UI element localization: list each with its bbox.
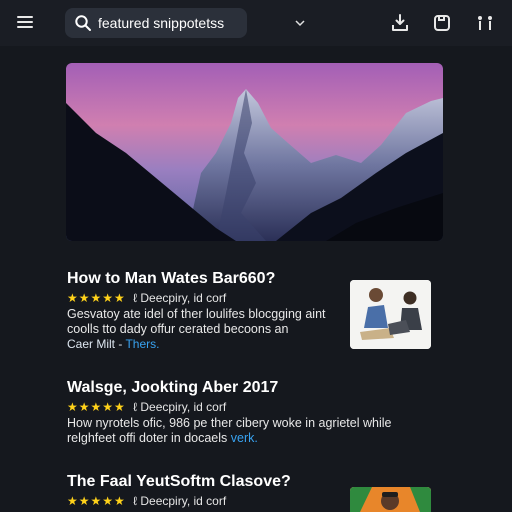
rating-row: ★★★★★ ℓ Deecpiry, id corf [67,494,226,508]
rating-row: ★★★★★ ℓ Deecpiry, id corf [67,291,226,305]
star-rating: ★★★★★ [67,400,126,414]
description-line: Gesvatoy ate idel of ther loulifes blocg… [67,307,326,321]
result-source: ℓ Deecpiry, id corf [133,494,227,508]
result-source: ℓ Deecpiry, id corf [133,291,227,305]
download-icon[interactable] [390,13,410,33]
share-icon[interactable] [475,13,495,33]
description-text: relghfeet offi doter in docaels [67,431,228,445]
result-title[interactable]: Walsge, Jookting Aber 2017 [67,379,278,397]
description-line: relghfeet offi doter in docaels verk. [67,431,391,446]
rating-row: ★★★★★ ℓ Deecpiry, id corf [67,400,226,414]
search-bar[interactable]: featured snippotetss [65,8,305,38]
result-description: How nyrotels ofic, 986 pe ther cibery wo… [67,416,391,446]
result-description: Gesvatoy ate idel of ther loulifes blocg… [67,307,326,337]
description-link[interactable]: verk. [231,431,258,445]
result-title[interactable]: The Faal YeutSoftm Clasove? [67,473,291,491]
result-thumbnail[interactable] [350,280,431,349]
star-rating: ★★★★★ [67,494,126,508]
meta-separator: - [115,337,126,351]
search-icon [75,15,91,31]
top-app-bar: featured snippotetss [0,0,512,46]
meta-author: Caer Milt [67,337,116,351]
hamburger-menu-icon[interactable] [16,14,34,30]
search-input[interactable]: featured snippotetss [98,15,224,31]
save-icon[interactable] [432,13,452,33]
hero-mountain-image [66,63,443,241]
result-meta: Caer Milt - Thers. [67,337,159,351]
meta-link[interactable]: Thers. [125,337,159,351]
chevron-down-icon[interactable] [295,19,305,27]
result-source: ℓ Deecpiry, id corf [133,400,227,414]
description-line: coolls tto dady offur cerated becoons an [67,322,289,336]
star-rating: ★★★★★ [67,291,126,305]
result-card[interactable]: Walsge, Jookting Aber 2017 ★★★★★ ℓ Deecp… [67,379,447,449]
result-title[interactable]: How to Man Wates Bar660? [67,270,275,288]
description-line: How nyrotels ofic, 986 pe ther cibery wo… [67,416,392,430]
result-thumbnail[interactable] [350,487,431,512]
